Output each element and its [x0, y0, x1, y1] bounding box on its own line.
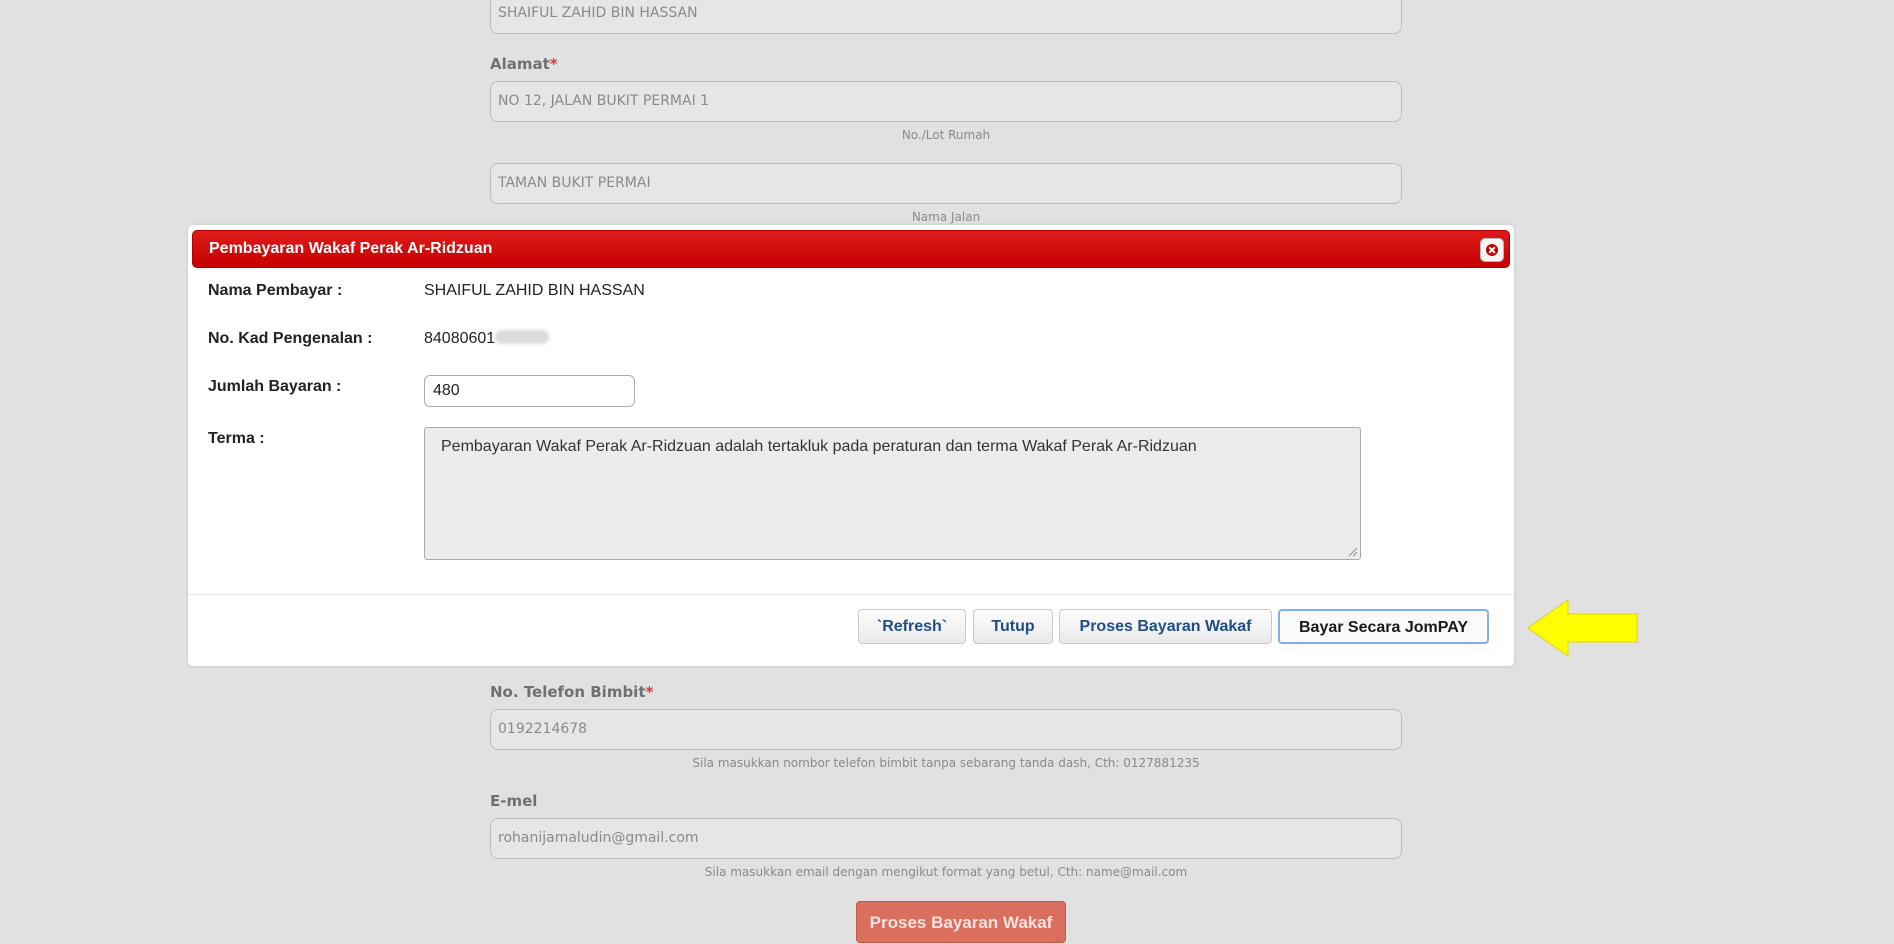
- phone-label: No. Telefon Bimbit*: [490, 683, 653, 701]
- email-label: E-mel: [490, 792, 538, 810]
- terms-label: Terma :: [208, 430, 265, 447]
- address-line2-field[interactable]: TAMAN BUKIT PERMAI: [490, 163, 1402, 204]
- modal-header: Pembayaran Wakaf Perak Ar-Ridzuan: [192, 230, 1510, 268]
- resize-grip-icon[interactable]: [1348, 547, 1358, 557]
- jompay-button[interactable]: Bayar Secara JomPAY: [1278, 609, 1489, 644]
- payer-value: SHAIFUL ZAHID BIN HASSAN: [424, 282, 645, 299]
- phone-label-text: No. Telefon Bimbit: [490, 683, 646, 701]
- phone-field[interactable]: 0192214678: [490, 709, 1402, 750]
- close-icon: [1486, 244, 1498, 256]
- payer-label: Nama Pembayar :: [208, 282, 343, 299]
- email-help: Sila masukkan email dengan mengikut form…: [704, 865, 1188, 879]
- close-button[interactable]: [1480, 238, 1504, 262]
- ic-label: No. Kad Pengenalan :: [208, 330, 373, 347]
- yellow-arrow-icon: [1528, 599, 1638, 657]
- address-line2-help: Nama Jalan: [911, 210, 981, 224]
- address-label: Alamat*: [490, 55, 558, 73]
- required-mark: *: [549, 55, 558, 73]
- name-field[interactable]: SHAIFUL ZAHID BIN HASSAN: [490, 0, 1402, 34]
- terms-textarea[interactable]: Pembayaran Wakaf Perak Ar-Ridzuan adalah…: [424, 427, 1361, 560]
- redaction-blur: [495, 330, 550, 344]
- address-label-text: Alamat: [490, 55, 550, 73]
- ic-value-text: 84080601: [424, 330, 496, 347]
- ic-value: 84080601: [424, 330, 550, 348]
- footer-divider: [188, 594, 1514, 595]
- process-payment-button[interactable]: Proses Bayaran Wakaf: [1059, 609, 1272, 644]
- email-field[interactable]: rohanijamaludin@gmail.com: [490, 818, 1402, 859]
- payment-modal: Pembayaran Wakaf Perak Ar-Ridzuan Nama P…: [188, 225, 1514, 666]
- amount-label: Jumlah Bayaran :: [208, 378, 342, 395]
- close-modal-button[interactable]: Tutup: [973, 609, 1053, 644]
- required-mark: *: [645, 683, 654, 701]
- modal-title: Pembayaran Wakaf Perak Ar-Ridzuan: [209, 240, 493, 257]
- phone-help: Sila masukkan nombor telefon bimbit tanp…: [692, 756, 1200, 770]
- address-line1-help: No./Lot Rumah: [901, 128, 991, 142]
- refresh-button[interactable]: `Refresh`: [858, 609, 966, 644]
- amount-input[interactable]: [424, 375, 635, 407]
- address-line1-field[interactable]: NO 12, JALAN BUKIT PERMAI 1: [490, 81, 1402, 122]
- submit-button[interactable]: Proses Bayaran Wakaf: [856, 901, 1066, 943]
